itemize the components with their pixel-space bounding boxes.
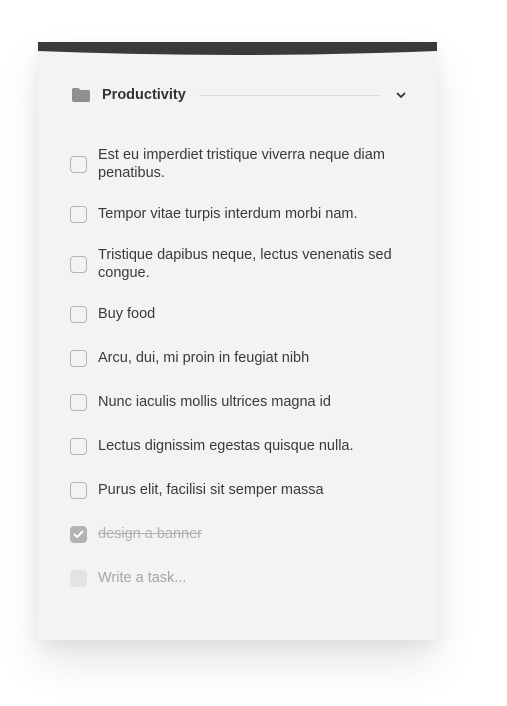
task-label: Nunc iaculis mollis ultrices magna id (98, 394, 331, 410)
category-title: Productivity (102, 87, 186, 103)
task-item[interactable]: Buy food (70, 292, 400, 336)
folder-icon (72, 88, 90, 102)
task-checkbox[interactable] (70, 393, 87, 411)
task-checkbox[interactable] (70, 155, 87, 173)
new-task-row[interactable]: Write a task... (70, 556, 400, 600)
task-item[interactable]: Arcu, dui, mi proin in feugiat nibh (70, 336, 400, 380)
new-task-checkbox (70, 569, 87, 587)
task-checkbox[interactable] (70, 437, 87, 455)
task-item[interactable]: Est eu imperdiet tristique viverra neque… (70, 136, 400, 192)
task-checkbox[interactable] (70, 255, 87, 273)
task-checkbox[interactable] (70, 349, 87, 367)
task-item[interactable]: Lectus dignissim egestas quisque nulla. (70, 424, 400, 468)
task-label: Tempor vitae turpis interdum morbi nam. (98, 206, 358, 222)
header-divider (198, 94, 381, 96)
task-label: design a banner (98, 526, 202, 542)
task-checkbox[interactable] (70, 481, 87, 499)
task-label: Purus elit, facilisi sit semper massa (98, 482, 324, 498)
task-label: Arcu, dui, mi proin in feugiat nibh (98, 350, 310, 366)
task-checkbox-checked[interactable] (70, 525, 87, 543)
task-checkbox[interactable] (70, 205, 87, 223)
chevron-down-icon[interactable] (396, 90, 406, 100)
task-label: Est eu imperdiet tristique viverra neque… (98, 147, 385, 181)
task-checkbox[interactable] (70, 305, 87, 323)
task-list: Est eu imperdiet tristique viverra neque… (70, 136, 400, 600)
task-label: Buy food (98, 306, 156, 322)
task-card: Productivity Est eu imperdiet tristique … (38, 42, 437, 640)
category-header: Productivity (72, 86, 406, 104)
task-label: Tristique dapibus neque, lectus venenati… (98, 247, 392, 281)
task-item[interactable]: Purus elit, facilisi sit semper massa (70, 468, 400, 512)
task-item[interactable]: Tristique dapibus neque, lectus venenati… (70, 236, 400, 292)
task-item[interactable]: Tempor vitae turpis interdum morbi nam. (70, 192, 400, 236)
task-label: Lectus dignissim egestas quisque nulla. (98, 438, 354, 454)
card-top-bar (38, 42, 437, 55)
task-item[interactable]: Nunc iaculis mollis ultrices magna id (70, 380, 400, 424)
task-item-completed[interactable]: design a banner (70, 512, 400, 556)
new-task-input[interactable]: Write a task... (98, 569, 186, 587)
checkmark-icon (73, 530, 84, 538)
